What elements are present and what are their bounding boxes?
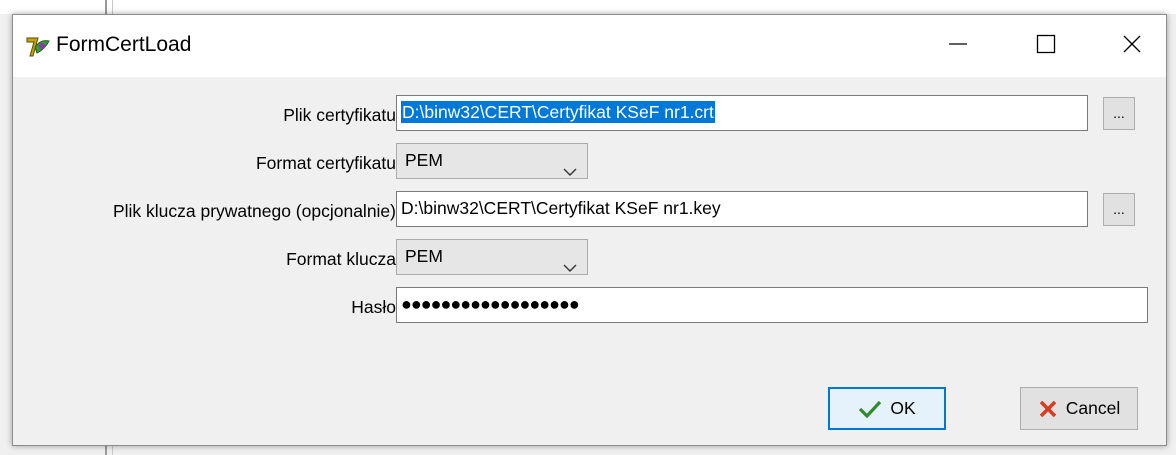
minimize-icon xyxy=(948,34,968,59)
dialog-window: FormCertLoad Plik certyfikatu D:\binw32\… xyxy=(12,14,1167,446)
maximize-icon xyxy=(1036,34,1056,59)
title-bar[interactable]: FormCertLoad xyxy=(13,15,1166,77)
password-value: ●●●●●●●●●●●●●●●●●● xyxy=(401,294,580,314)
checkmark-icon xyxy=(859,400,882,418)
ok-label: OK xyxy=(890,398,916,418)
cancel-label: Cancel xyxy=(1065,398,1121,418)
background-window xyxy=(0,0,1176,14)
cert-format-label: Format certyfikatu xyxy=(255,153,396,173)
chevron-down-icon xyxy=(563,155,577,188)
cert-file-input[interactable]: D:\binw32\CERT\Certyfikat KSeF nr1.crt xyxy=(396,95,1088,131)
minimize-button[interactable] xyxy=(929,15,987,77)
cert-format-select[interactable]: PEM xyxy=(396,143,588,179)
close-button[interactable] xyxy=(1103,15,1161,77)
password-input[interactable]: ●●●●●●●●●●●●●●●●●● xyxy=(396,287,1148,323)
key-file-input[interactable]: D:\binw32\CERT\Certyfikat KSeF nr1.key xyxy=(396,191,1088,227)
password-label: Hasło xyxy=(351,297,396,317)
key-format-select[interactable]: PEM xyxy=(396,239,588,275)
key-browse-button[interactable]: ... xyxy=(1103,193,1135,226)
cert-file-value: D:\binw32\CERT\Certyfikat KSeF nr1.crt xyxy=(401,101,715,123)
maximize-button[interactable] xyxy=(1017,15,1075,77)
key-file-value: D:\binw32\CERT\Certyfikat KSeF nr1.key xyxy=(401,198,721,218)
ok-button[interactable]: OK xyxy=(828,387,946,430)
cert-browse-button[interactable]: ... xyxy=(1103,97,1135,130)
key-file-label: Plik klucza prywatnego (opcjonalnie) xyxy=(112,201,396,221)
key-format-label: Format klucza xyxy=(286,249,396,269)
chevron-down-icon xyxy=(563,251,577,284)
cert-format-value: PEM xyxy=(405,150,443,170)
close-icon xyxy=(1122,34,1142,59)
cert-file-label: Plik certyfikatu xyxy=(283,105,396,125)
cancel-button[interactable]: Cancel xyxy=(1020,387,1138,430)
key-format-value: PEM xyxy=(405,246,443,266)
window-title: FormCertLoad xyxy=(56,33,192,56)
app-icon xyxy=(25,35,51,59)
cancel-x-icon xyxy=(1039,400,1056,417)
